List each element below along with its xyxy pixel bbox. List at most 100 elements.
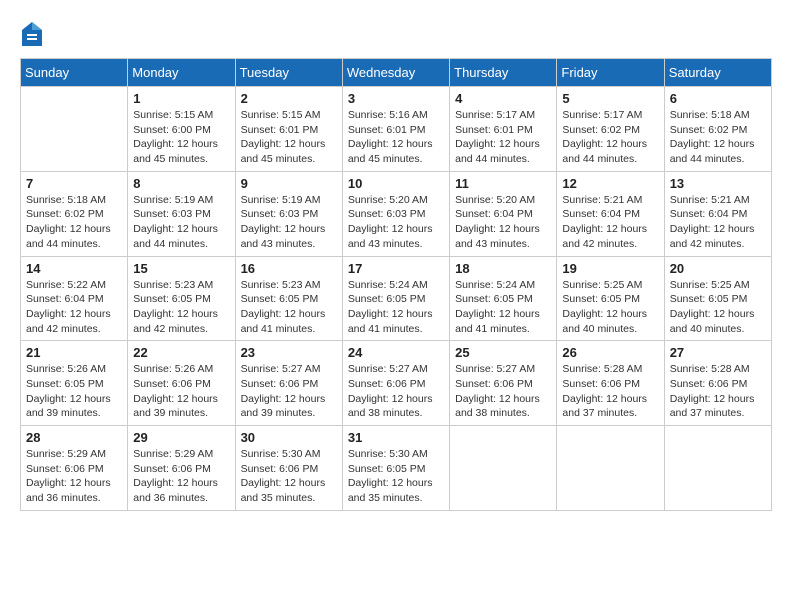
- day-number: 23: [241, 345, 337, 360]
- day-cell: 13 Sunrise: 5:21 AMSunset: 6:04 PMDayligh…: [664, 171, 771, 256]
- day-info: Sunrise: 5:26 AMSunset: 6:05 PMDaylight:…: [26, 362, 122, 421]
- day-number: 6: [670, 91, 766, 106]
- day-cell: [450, 426, 557, 511]
- day-number: 8: [133, 176, 229, 191]
- weekday-header-saturday: Saturday: [664, 59, 771, 87]
- day-info: Sunrise: 5:20 AMSunset: 6:04 PMDaylight:…: [455, 193, 551, 252]
- day-info: Sunrise: 5:29 AMSunset: 6:06 PMDaylight:…: [133, 447, 229, 506]
- day-cell: 25 Sunrise: 5:27 AMSunset: 6:06 PMDayligh…: [450, 341, 557, 426]
- day-info: Sunrise: 5:27 AMSunset: 6:06 PMDaylight:…: [241, 362, 337, 421]
- weekday-header-friday: Friday: [557, 59, 664, 87]
- day-cell: 23 Sunrise: 5:27 AMSunset: 6:06 PMDayligh…: [235, 341, 342, 426]
- day-info: Sunrise: 5:23 AMSunset: 6:05 PMDaylight:…: [133, 278, 229, 337]
- day-number: 10: [348, 176, 444, 191]
- day-cell: 31 Sunrise: 5:30 AMSunset: 6:05 PMDayligh…: [342, 426, 449, 511]
- day-cell: 3 Sunrise: 5:16 AMSunset: 6:01 PMDaylight…: [342, 87, 449, 172]
- day-info: Sunrise: 5:18 AMSunset: 6:02 PMDaylight:…: [26, 193, 122, 252]
- day-number: 26: [562, 345, 658, 360]
- page-header: [20, 20, 772, 48]
- day-number: 30: [241, 430, 337, 445]
- day-number: 9: [241, 176, 337, 191]
- week-row-3: 14Sunrise: 5:22 AMSunset: 6:04 PMDayligh…: [21, 256, 772, 341]
- day-cell: 24 Sunrise: 5:27 AMSunset: 6:06 PMDayligh…: [342, 341, 449, 426]
- day-cell: 26Sunrise: 5:28 AMSunset: 6:06 PMDayligh…: [557, 341, 664, 426]
- day-cell: 27 Sunrise: 5:28 AMSunset: 6:06 PMDayligh…: [664, 341, 771, 426]
- day-number: 7: [26, 176, 122, 191]
- weekday-header-monday: Monday: [128, 59, 235, 87]
- day-number: 18: [455, 261, 551, 276]
- day-number: 13: [670, 176, 766, 191]
- day-number: 4: [455, 91, 551, 106]
- day-info: Sunrise: 5:20 AMSunset: 6:03 PMDaylight:…: [348, 193, 444, 252]
- day-cell: 30 Sunrise: 5:30 AMSunset: 6:06 PMDayligh…: [235, 426, 342, 511]
- weekday-header-tuesday: Tuesday: [235, 59, 342, 87]
- day-cell: [557, 426, 664, 511]
- day-info: Sunrise: 5:25 AMSunset: 6:05 PMDaylight:…: [670, 278, 766, 337]
- day-number: 12: [562, 176, 658, 191]
- day-cell: 29 Sunrise: 5:29 AMSunset: 6:06 PMDayligh…: [128, 426, 235, 511]
- day-number: 28: [26, 430, 122, 445]
- week-row-1: 1 Sunrise: 5:15 AMSunset: 6:00 PMDaylight…: [21, 87, 772, 172]
- day-info: Sunrise: 5:15 AMSunset: 6:00 PMDaylight:…: [133, 108, 229, 167]
- day-number: 16: [241, 261, 337, 276]
- day-info: Sunrise: 5:30 AMSunset: 6:06 PMDaylight:…: [241, 447, 337, 506]
- week-row-5: 28 Sunrise: 5:29 AMSunset: 6:06 PMDayligh…: [21, 426, 772, 511]
- weekday-header-thursday: Thursday: [450, 59, 557, 87]
- day-cell: 12 Sunrise: 5:21 AMSunset: 6:04 PMDayligh…: [557, 171, 664, 256]
- day-cell: 16Sunrise: 5:23 AMSunset: 6:05 PMDayligh…: [235, 256, 342, 341]
- day-cell: 2 Sunrise: 5:15 AMSunset: 6:01 PMDaylight…: [235, 87, 342, 172]
- day-number: 1: [133, 91, 229, 106]
- day-cell: 20 Sunrise: 5:25 AMSunset: 6:05 PMDayligh…: [664, 256, 771, 341]
- calendar-table: SundayMondayTuesdayWednesdayThursdayFrid…: [20, 58, 772, 511]
- day-cell: 18 Sunrise: 5:24 AMSunset: 6:05 PMDayligh…: [450, 256, 557, 341]
- day-cell: [21, 87, 128, 172]
- day-cell: 19Sunrise: 5:25 AMSunset: 6:05 PMDayligh…: [557, 256, 664, 341]
- day-number: 31: [348, 430, 444, 445]
- day-info: Sunrise: 5:19 AMSunset: 6:03 PMDaylight:…: [133, 193, 229, 252]
- day-info: Sunrise: 5:21 AMSunset: 6:04 PMDaylight:…: [670, 193, 766, 252]
- day-info: Sunrise: 5:19 AMSunset: 6:03 PMDaylight:…: [241, 193, 337, 252]
- day-number: 25: [455, 345, 551, 360]
- day-number: 3: [348, 91, 444, 106]
- day-info: Sunrise: 5:26 AMSunset: 6:06 PMDaylight:…: [133, 362, 229, 421]
- day-cell: 1 Sunrise: 5:15 AMSunset: 6:00 PMDaylight…: [128, 87, 235, 172]
- day-cell: 6 Sunrise: 5:18 AMSunset: 6:02 PMDaylight…: [664, 87, 771, 172]
- day-info: Sunrise: 5:24 AMSunset: 6:05 PMDaylight:…: [455, 278, 551, 337]
- day-info: Sunrise: 5:18 AMSunset: 6:02 PMDaylight:…: [670, 108, 766, 167]
- day-info: Sunrise: 5:17 AMSunset: 6:02 PMDaylight:…: [562, 108, 658, 167]
- weekday-header-row: SundayMondayTuesdayWednesdayThursdayFrid…: [21, 59, 772, 87]
- day-number: 19: [562, 261, 658, 276]
- day-info: Sunrise: 5:24 AMSunset: 6:05 PMDaylight:…: [348, 278, 444, 337]
- week-row-4: 21Sunrise: 5:26 AMSunset: 6:05 PMDayligh…: [21, 341, 772, 426]
- day-cell: [664, 426, 771, 511]
- day-info: Sunrise: 5:22 AMSunset: 6:04 PMDaylight:…: [26, 278, 122, 337]
- day-cell: 14Sunrise: 5:22 AMSunset: 6:04 PMDayligh…: [21, 256, 128, 341]
- day-cell: 5Sunrise: 5:17 AMSunset: 6:02 PMDaylight…: [557, 87, 664, 172]
- day-cell: 21Sunrise: 5:26 AMSunset: 6:05 PMDayligh…: [21, 341, 128, 426]
- day-number: 11: [455, 176, 551, 191]
- weekday-header-wednesday: Wednesday: [342, 59, 449, 87]
- day-info: Sunrise: 5:15 AMSunset: 6:01 PMDaylight:…: [241, 108, 337, 167]
- day-info: Sunrise: 5:30 AMSunset: 6:05 PMDaylight:…: [348, 447, 444, 506]
- day-cell: 22Sunrise: 5:26 AMSunset: 6:06 PMDayligh…: [128, 341, 235, 426]
- day-number: 27: [670, 345, 766, 360]
- day-cell: 28 Sunrise: 5:29 AMSunset: 6:06 PMDayligh…: [21, 426, 128, 511]
- day-cell: 4Sunrise: 5:17 AMSunset: 6:01 PMDaylight…: [450, 87, 557, 172]
- day-cell: 10 Sunrise: 5:20 AMSunset: 6:03 PMDayligh…: [342, 171, 449, 256]
- day-cell: 17 Sunrise: 5:24 AMSunset: 6:05 PMDayligh…: [342, 256, 449, 341]
- logo-icon: [20, 20, 44, 48]
- day-info: Sunrise: 5:27 AMSunset: 6:06 PMDaylight:…: [455, 362, 551, 421]
- day-number: 17: [348, 261, 444, 276]
- day-cell: 15Sunrise: 5:23 AMSunset: 6:05 PMDayligh…: [128, 256, 235, 341]
- day-cell: 7 Sunrise: 5:18 AMSunset: 6:02 PMDaylight…: [21, 171, 128, 256]
- day-info: Sunrise: 5:21 AMSunset: 6:04 PMDaylight:…: [562, 193, 658, 252]
- day-number: 24: [348, 345, 444, 360]
- day-info: Sunrise: 5:29 AMSunset: 6:06 PMDaylight:…: [26, 447, 122, 506]
- day-cell: 9 Sunrise: 5:19 AMSunset: 6:03 PMDaylight…: [235, 171, 342, 256]
- day-number: 20: [670, 261, 766, 276]
- day-info: Sunrise: 5:27 AMSunset: 6:06 PMDaylight:…: [348, 362, 444, 421]
- day-number: 29: [133, 430, 229, 445]
- day-info: Sunrise: 5:16 AMSunset: 6:01 PMDaylight:…: [348, 108, 444, 167]
- day-number: 2: [241, 91, 337, 106]
- day-info: Sunrise: 5:28 AMSunset: 6:06 PMDaylight:…: [670, 362, 766, 421]
